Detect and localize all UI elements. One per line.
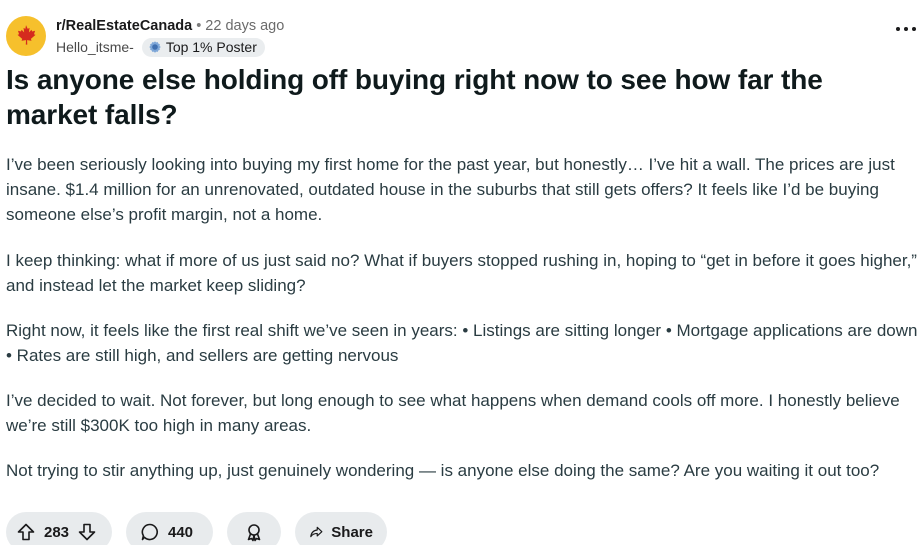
vote-control: 283 — [6, 512, 112, 545]
award-icon — [247, 524, 261, 542]
post-meta: r/RealEstateCanada • 22 days ago Hello_i… — [56, 16, 284, 57]
meta-separator: • — [196, 18, 202, 34]
post-paragraph: Not trying to stir anything up, just gen… — [6, 461, 880, 480]
post-paragraph: I’ve been seriously looking into buying … — [6, 155, 895, 224]
subreddit-name[interactable]: r/RealEstateCanada — [56, 16, 192, 36]
comments-button[interactable]: 440 — [126, 512, 213, 545]
post-time: 22 days ago — [205, 18, 285, 34]
subreddit-avatar[interactable] — [6, 16, 46, 56]
post-header: r/RealEstateCanada • 22 days ago Hello_i… — [6, 14, 916, 58]
award-button[interactable] — [227, 512, 281, 545]
share-label: Share — [331, 523, 373, 541]
post-paragraph: I’ve decided to wait. Not forever, but l… — [6, 391, 900, 435]
comment-bubble-icon — [141, 523, 158, 541]
downvote-arrow-icon[interactable] — [77, 522, 97, 542]
share-arrow-icon — [310, 526, 323, 538]
user-flair-label: Top 1% Poster — [165, 39, 257, 55]
upvote-arrow-icon[interactable] — [16, 522, 36, 542]
comment-count: 440 — [168, 523, 194, 541]
share-button[interactable]: Share — [295, 512, 387, 545]
author-name[interactable]: Hello_itsme- — [56, 37, 134, 57]
upvote-count: 283 — [44, 523, 70, 541]
user-flair: Top 1% Poster — [141, 37, 265, 57]
post-paragraph: Right now, it feels like the first real … — [6, 321, 918, 365]
post-paragraph: I keep thinking: what if more of us just… — [6, 251, 917, 295]
maple-leaf-icon — [17, 25, 36, 45]
post-title[interactable]: Is anyone else holding off buying right … — [6, 62, 906, 132]
achievement-badge-icon — [149, 41, 161, 53]
more-options-icon[interactable] — [896, 22, 916, 36]
post-actions: 283 440 Share — [6, 512, 401, 545]
